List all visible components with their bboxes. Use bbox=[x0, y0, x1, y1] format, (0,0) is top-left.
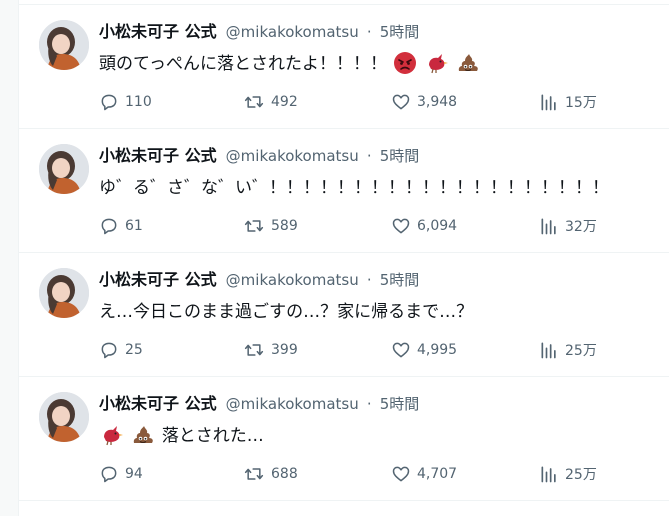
tweet-item[interactable]: 小松未可子 公式 @mikakokomatsu · 5時間 え…今日このまま過ご… bbox=[19, 253, 669, 377]
tweet-header: 小松未可子 公式 @mikakokomatsu · 5時間 bbox=[99, 20, 662, 44]
reply-icon bbox=[101, 342, 117, 359]
header-separator: · bbox=[366, 271, 372, 289]
tweet-timestamp[interactable]: 5時間 bbox=[380, 147, 420, 165]
retweet-icon bbox=[244, 344, 264, 356]
tweet-actions: 61 589 6,094 32万 bbox=[99, 215, 619, 237]
views-count: 25万 bbox=[565, 343, 597, 359]
tweet-text-content: 落とされた… bbox=[161, 426, 264, 446]
tweet-actions: 25 399 4,995 25万 bbox=[99, 339, 619, 361]
reply-icon bbox=[101, 466, 117, 483]
tweet-text: え…今日このまま過ごすの…？家に帰るまで…？ bbox=[99, 297, 669, 327]
tweet-text: 落とされた… bbox=[99, 421, 669, 451]
tweet-text-content: 頭のてっぺんに落とされたよ！！！！ bbox=[99, 54, 387, 74]
heart-icon bbox=[392, 218, 410, 234]
views-chart-icon bbox=[541, 342, 556, 359]
like-count: 4,707 bbox=[417, 466, 458, 482]
retweet-icon bbox=[244, 220, 264, 232]
retweet-count: 399 bbox=[271, 342, 298, 358]
reply-count: 94 bbox=[125, 466, 143, 482]
reply-button[interactable]: 25 bbox=[99, 339, 143, 361]
header-separator: · bbox=[366, 395, 372, 413]
views-button[interactable]: 32万 bbox=[539, 215, 597, 237]
tweet-text: ゆ゛る゛さ゛な゛い゛！！！！！！！！！！！！！！！！！！！！ bbox=[99, 173, 669, 203]
tweet-text-content: え…今日このまま過ごすの…？家に帰るまで…？ bbox=[99, 302, 474, 322]
tweet-item[interactable]: 小松未可子 公式 @mikakokomatsu · 5時間 落とされた… 94 … bbox=[19, 377, 669, 501]
tweet-header: 小松未可子 公式 @mikakokomatsu · 5時間 bbox=[99, 268, 662, 292]
pile-of-poo-icon bbox=[459, 53, 479, 71]
emoji-group bbox=[392, 49, 481, 78]
retweet-button[interactable]: 399 bbox=[243, 339, 298, 361]
like-button[interactable]: 4,707 bbox=[391, 463, 457, 485]
like-count: 3,948 bbox=[417, 94, 458, 110]
like-button[interactable]: 6,094 bbox=[391, 215, 457, 237]
tweet-actions: 94 688 4,707 25万 bbox=[99, 463, 619, 485]
tweet-timestamp[interactable]: 5時間 bbox=[380, 395, 420, 413]
avatar[interactable] bbox=[39, 20, 89, 70]
heart-icon bbox=[392, 342, 410, 358]
views-chart-icon bbox=[541, 466, 556, 483]
reply-count: 25 bbox=[125, 342, 143, 358]
user-handle[interactable]: @mikakokomatsu bbox=[226, 395, 359, 413]
tweet-timestamp[interactable]: 5時間 bbox=[380, 271, 420, 289]
display-name[interactable]: 小松未可子 公式 bbox=[99, 146, 217, 165]
views-button[interactable]: 25万 bbox=[539, 339, 597, 361]
views-chart-icon bbox=[541, 94, 556, 111]
header-separator: · bbox=[366, 23, 372, 41]
views-button[interactable]: 15万 bbox=[539, 91, 597, 113]
display-name[interactable]: 小松未可子 公式 bbox=[99, 270, 217, 289]
retweet-count: 492 bbox=[271, 94, 298, 110]
views-chart-icon bbox=[541, 218, 556, 235]
reply-button[interactable]: 61 bbox=[99, 215, 143, 237]
heart-icon bbox=[392, 94, 410, 110]
avatar[interactable] bbox=[39, 392, 89, 442]
tweet-actions: 110 492 3,948 15万 bbox=[99, 91, 619, 113]
views-button[interactable]: 25万 bbox=[539, 463, 597, 485]
user-handle[interactable]: @mikakokomatsu bbox=[226, 147, 359, 165]
retweet-icon bbox=[244, 96, 264, 108]
reply-icon bbox=[101, 94, 117, 111]
tweet-text: 頭のてっぺんに落とされたよ！！！！ bbox=[99, 49, 669, 79]
like-button[interactable]: 3,948 bbox=[391, 91, 457, 113]
tweet-item[interactable]: 小松未可子 公式 @mikakokomatsu · 5時間 ゆ゛る゛さ゛な゛い゛… bbox=[19, 129, 669, 253]
avatar[interactable] bbox=[39, 268, 89, 318]
retweet-icon bbox=[244, 468, 264, 480]
tweet-header: 小松未可子 公式 @mikakokomatsu · 5時間 bbox=[99, 144, 662, 168]
reply-icon bbox=[101, 218, 117, 235]
pile-of-poo-icon bbox=[134, 425, 154, 443]
retweet-button[interactable]: 492 bbox=[243, 91, 298, 113]
red-bird-icon bbox=[104, 425, 123, 445]
like-count: 6,094 bbox=[417, 218, 458, 234]
reply-button[interactable]: 110 bbox=[99, 91, 152, 113]
tweet-text-content: ゆ゛る゛さ゛な゛い゛！！！！！！！！！！！！！！！！！！！！ bbox=[99, 178, 609, 198]
retweet-button[interactable]: 589 bbox=[243, 215, 298, 237]
user-handle[interactable]: @mikakokomatsu bbox=[226, 271, 359, 289]
retweet-count: 688 bbox=[271, 466, 298, 482]
tweet-item[interactable]: 小松未可子 公式 @mikakokomatsu · 5時間 頭のてっぺんに落とさ… bbox=[19, 5, 669, 129]
emoji-group bbox=[99, 421, 156, 450]
display-name[interactable]: 小松未可子 公式 bbox=[99, 394, 217, 413]
tweet-timestamp[interactable]: 5時間 bbox=[380, 23, 420, 41]
views-count: 25万 bbox=[565, 467, 597, 483]
reply-count: 61 bbox=[125, 218, 143, 234]
angry-face-icon bbox=[394, 51, 417, 74]
views-count: 15万 bbox=[565, 95, 597, 111]
tweet-feed: 小松未可子 公式 @mikakokomatsu · 5時間 頭のてっぺんに落とさ… bbox=[18, 0, 669, 516]
retweet-button[interactable]: 688 bbox=[243, 463, 298, 485]
avatar[interactable] bbox=[39, 144, 89, 194]
timeline-page: 小松未可子 公式 @mikakokomatsu · 5時間 頭のてっぺんに落とさ… bbox=[0, 0, 669, 516]
like-button[interactable]: 4,995 bbox=[391, 339, 457, 361]
header-separator: · bbox=[366, 147, 372, 165]
reply-button[interactable]: 94 bbox=[99, 463, 143, 485]
views-count: 32万 bbox=[565, 219, 597, 235]
reply-count: 110 bbox=[125, 94, 152, 110]
display-name[interactable]: 小松未可子 公式 bbox=[99, 22, 217, 41]
heart-icon bbox=[392, 466, 410, 482]
retweet-count: 589 bbox=[271, 218, 298, 234]
tweet-header: 小松未可子 公式 @mikakokomatsu · 5時間 bbox=[99, 392, 662, 416]
red-bird-icon bbox=[428, 53, 448, 73]
user-handle[interactable]: @mikakokomatsu bbox=[226, 23, 359, 41]
like-count: 4,995 bbox=[417, 342, 458, 358]
